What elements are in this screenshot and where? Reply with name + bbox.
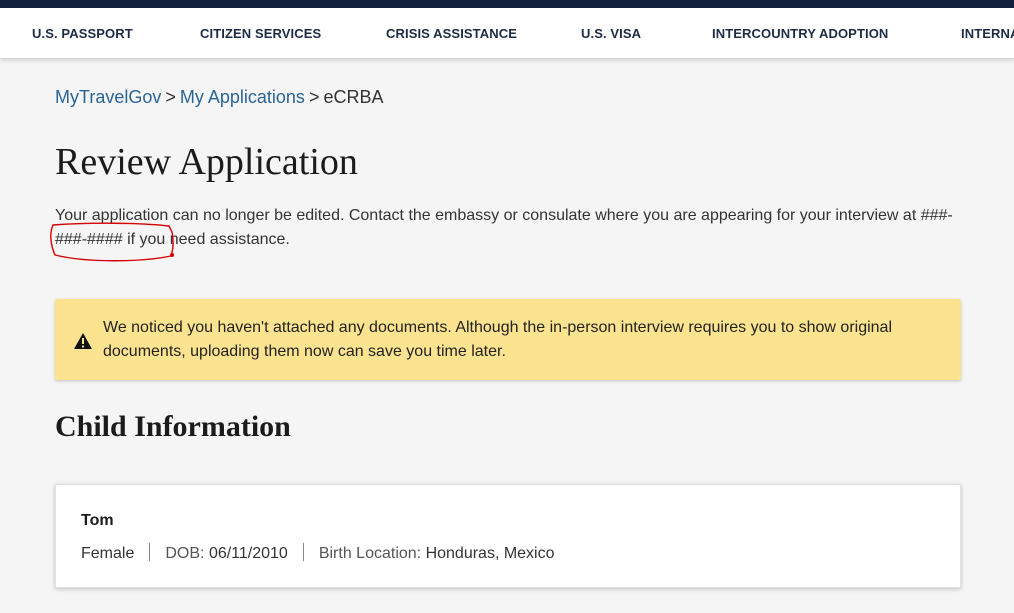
missing-documents-alert: We noticed you haven't attached any docu… (55, 299, 961, 380)
child-details: Female DOB: 06/11/2010 Birth Location: Hon… (81, 543, 555, 563)
birth-location-label: Birth Location: (318, 545, 422, 562)
nav-citizen-services[interactable]: CITIZEN SERVICES (200, 26, 321, 41)
dob-label: DOB: (165, 545, 205, 562)
top-accent-bar (0, 0, 1014, 8)
page-title: Review Application (55, 141, 358, 183)
nav-intercountry-adoption[interactable]: INTERCOUNTRY ADOPTION (712, 26, 888, 41)
breadcrumb-separator: > (308, 87, 320, 107)
child-sex: Female (81, 545, 135, 562)
child-birth-location: Honduras, Mexico (425, 545, 555, 562)
edit-locked-notice: Your application can no longer be edited… (55, 204, 975, 252)
divider (149, 543, 151, 561)
child-info-card: Tom Female DOB: 06/11/2010 Birth Location:… (55, 484, 961, 588)
child-name: Tom (81, 512, 114, 529)
breadcrumb: MyTravelGov > My Applications > eCRBA (55, 87, 383, 108)
notice-text-before: Your application can no longer be edited… (55, 207, 921, 224)
breadcrumb-home-link[interactable]: MyTravelGov (55, 87, 161, 107)
child-dob: 06/11/2010 (208, 545, 288, 562)
breadcrumb-applications-link[interactable]: My Applications (180, 87, 305, 107)
warning-icon (73, 332, 93, 355)
nav-us-visa[interactable]: U.S. VISA (581, 26, 641, 41)
main-navigation: U.S. PASSPORT CITIZEN SERVICES CRISIS AS… (0, 8, 1014, 59)
nav-international-truncated[interactable]: INTERNA (961, 26, 1014, 41)
breadcrumb-current: eCRBA (323, 87, 384, 107)
breadcrumb-separator: > (165, 87, 176, 107)
red-annotation-circle (50, 222, 174, 262)
child-information-heading: Child Information (55, 410, 291, 443)
nav-crisis-assistance[interactable]: CRISIS ASSISTANCE (386, 26, 517, 41)
divider (302, 543, 304, 561)
alert-message: We noticed you haven't attached any docu… (103, 319, 893, 360)
nav-us-passport[interactable]: U.S. PASSPORT (32, 26, 133, 41)
